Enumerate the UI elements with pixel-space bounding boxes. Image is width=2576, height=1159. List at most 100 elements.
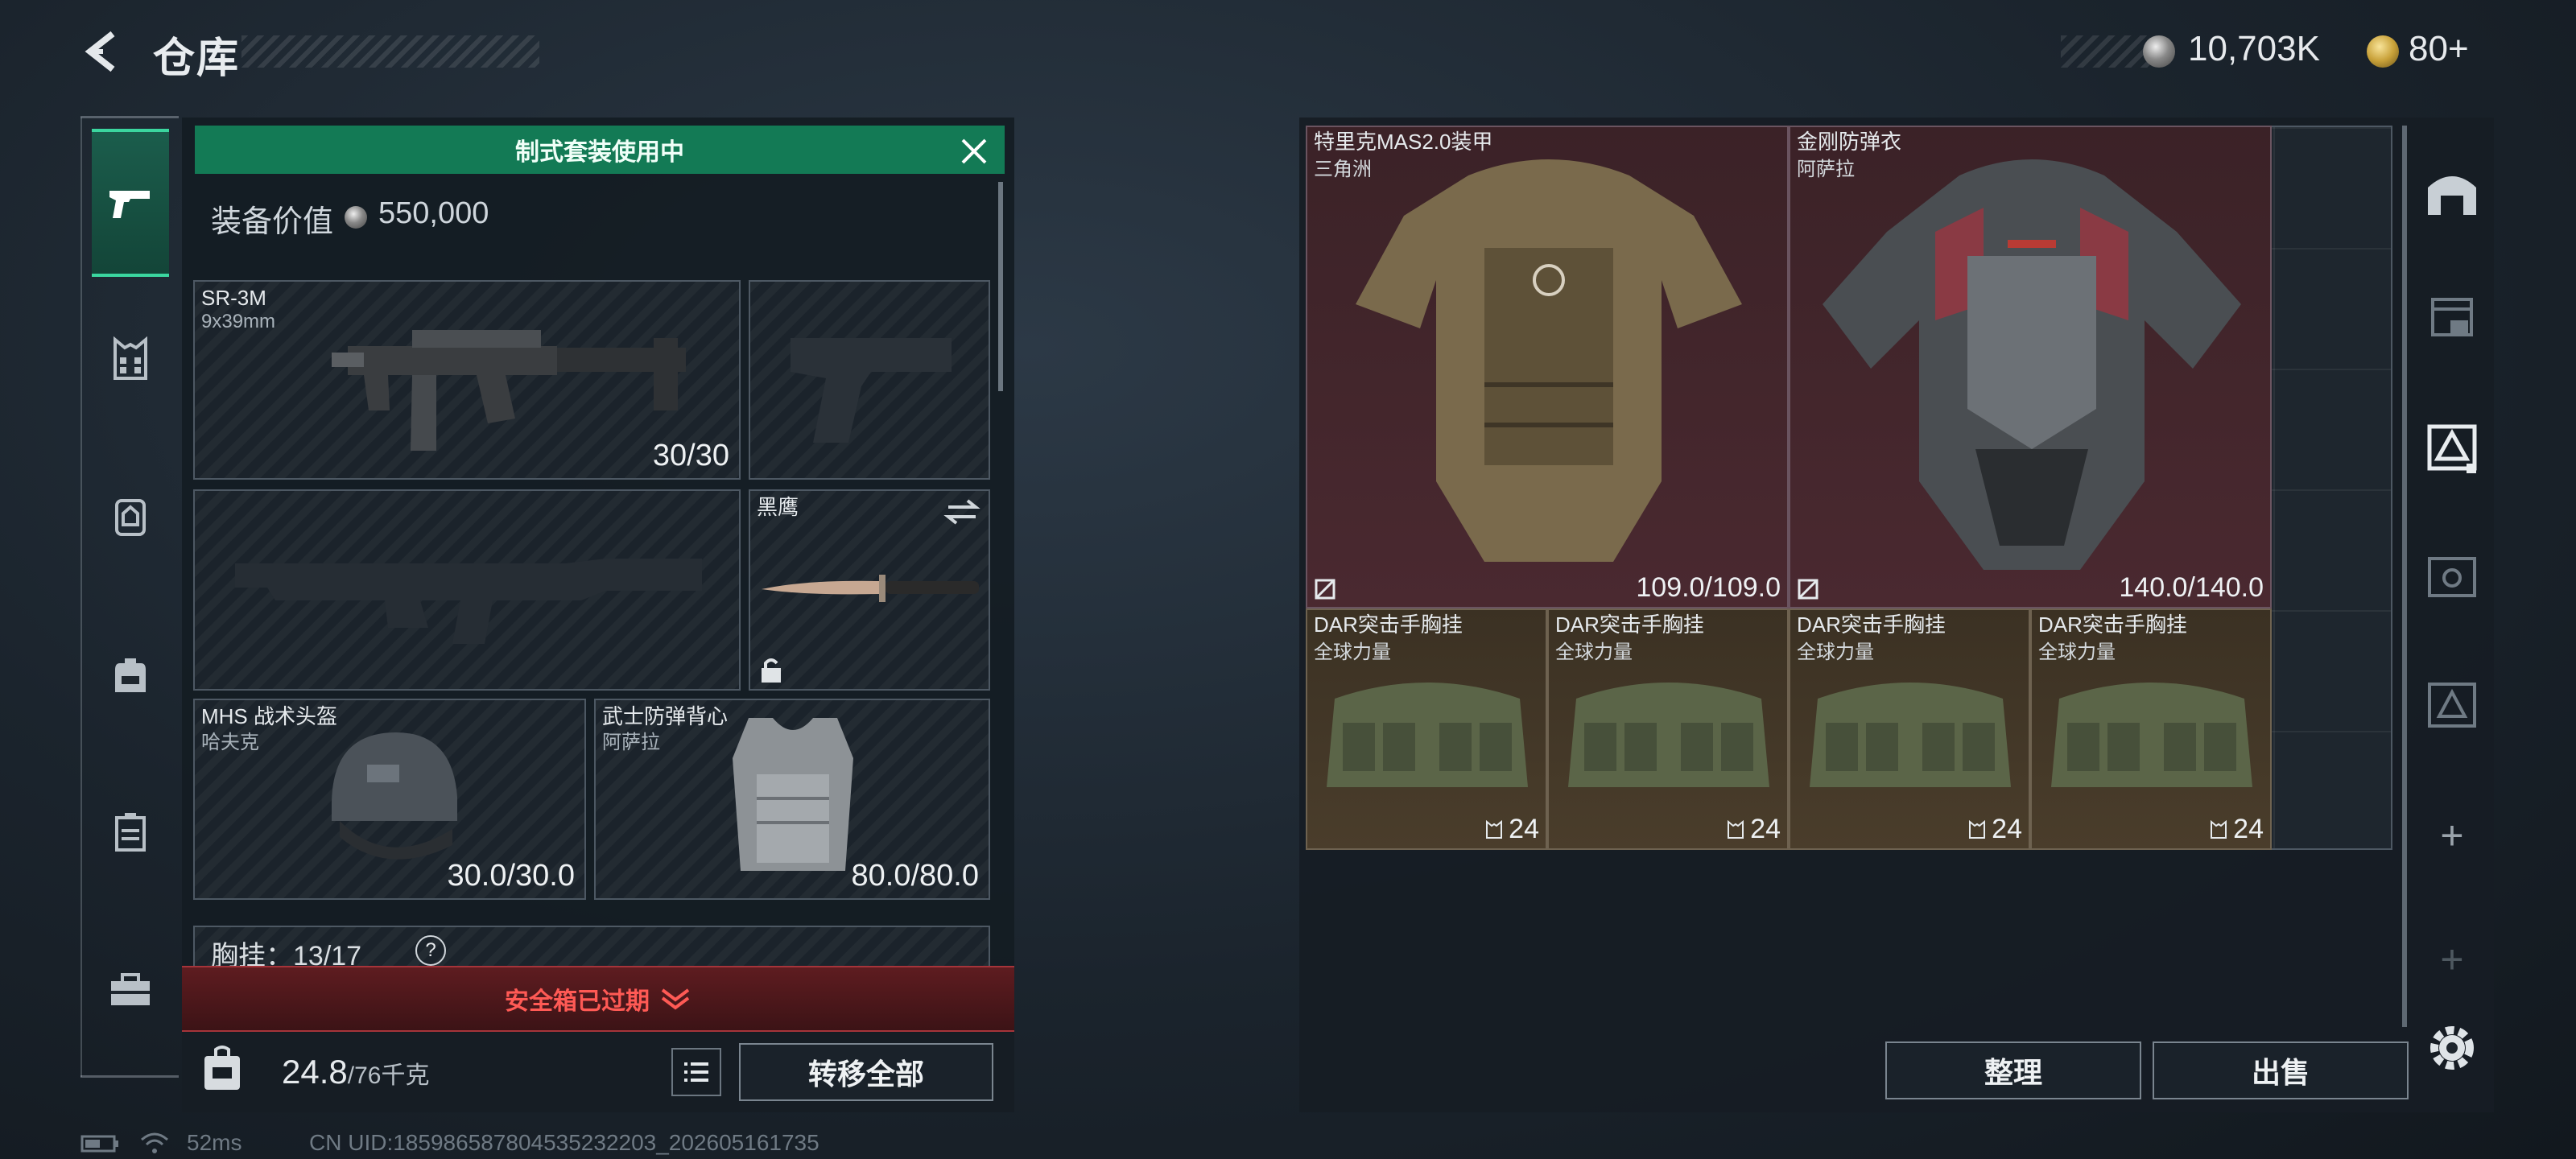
equipment-value-label: 装备价值	[211, 205, 334, 239]
helmet-slot[interactable]: MHS 战术头盔 哈夫克 30.0/30.0	[193, 699, 586, 900]
list-icon	[684, 1062, 708, 1082]
category-toolbox-tab[interactable]	[92, 918, 169, 1062]
item-capacity-value: 24	[2233, 814, 2264, 844]
storage-item[interactable]: DAR突击手胸挂 全球力量 24	[2030, 608, 2272, 850]
network-ping: 52ms	[187, 1130, 242, 1155]
item-capacity: 24	[1967, 814, 2022, 845]
knife-icon	[762, 575, 979, 602]
chest-rig-icon	[2211, 820, 2227, 839]
melee-slot[interactable]: 黑鹰	[749, 489, 990, 691]
rifle-icon	[332, 330, 686, 451]
secondary-weapon-slot[interactable]	[193, 489, 741, 691]
title-decoration	[242, 35, 539, 68]
storage-item[interactable]: DAR突击手胸挂 全球力量 24	[1547, 608, 1789, 850]
storage-tab-2[interactable]	[2418, 283, 2486, 351]
user-uid: CN UID:18598658780453523​2203_2026051617…	[309, 1130, 819, 1155]
helmet-brand: 哈夫克	[201, 732, 259, 753]
battery-icon	[80, 1135, 118, 1153]
gear-icon[interactable]	[2423, 1019, 2481, 1077]
item-capacity-value: 24	[1750, 814, 1781, 844]
armor-brand: 阿萨拉	[602, 732, 660, 753]
ammo-count: 30/30	[652, 439, 729, 472]
item-name: DAR突击手胸挂	[1314, 612, 1463, 637]
list-view-button[interactable]	[671, 1048, 721, 1096]
pistol-silhouette-icon	[791, 338, 952, 443]
backpack-icon	[115, 658, 146, 692]
help-icon[interactable]: ?	[415, 935, 446, 966]
add-storage-tab-button[interactable]: +	[2418, 802, 2486, 869]
back-arrow-icon[interactable]	[79, 27, 127, 76]
heavy-armor-icon	[1823, 159, 2241, 570]
preset-loadout-banner: 制式套装使用中	[195, 126, 1005, 174]
armor-name: 武士防弹背心	[602, 704, 729, 728]
item-capacity: 24	[1726, 814, 1781, 845]
item-brand: 全球力量	[1555, 641, 1633, 663]
gold-coin-icon	[2367, 35, 2399, 68]
chest-rig-icon	[1969, 820, 1986, 839]
currency-decoration	[2061, 35, 2149, 68]
storage-tab-home[interactable]	[2418, 158, 2486, 225]
storage-item[interactable]: 金刚防弹衣 阿萨拉 140.0/140.0	[1789, 126, 2272, 608]
chevron-down-icon	[661, 988, 690, 1010]
warehouse-icon	[2428, 176, 2476, 215]
melee-name: 黑鹰	[757, 495, 799, 519]
chest-rig-icon	[114, 336, 147, 380]
storage-tab-4[interactable]	[2418, 542, 2486, 610]
rifle-silhouette-icon	[235, 559, 702, 644]
storage-scrollbar[interactable]	[2402, 126, 2407, 1027]
item-durability: 140.0/140.0	[2119, 572, 2264, 603]
gold-currency-amount[interactable]: 80+	[2409, 29, 2469, 69]
item-name: DAR突击手胸挂	[2038, 612, 2187, 637]
category-backpack-tab[interactable]	[92, 602, 169, 747]
chest-rig-item-icon	[1810, 683, 2011, 787]
sell-button[interactable]: 出售	[2153, 1041, 2409, 1099]
item-brand: 全球力量	[1797, 641, 1874, 663]
armor-durability: 80.0/80.0	[851, 859, 979, 893]
chest-rig-item-icon	[1327, 683, 1528, 787]
storage-tier-iv-icon	[2428, 557, 2476, 597]
helmet-icon	[332, 732, 457, 860]
carry-weight-value: 24.8	[282, 1053, 348, 1091]
primary-weapon-slot[interactable]: SR-3M 9x39mm 30/30	[193, 280, 741, 480]
swap-icon[interactable]	[943, 497, 980, 526]
storage-tab-3-active[interactable]	[2418, 414, 2486, 481]
no-repair-icon	[1798, 579, 1818, 600]
category-weapons-tab[interactable]	[92, 129, 169, 277]
pistol-icon	[109, 191, 150, 218]
silver-currency-amount[interactable]: 10,703K	[2188, 29, 2320, 69]
sort-button[interactable]: 整理	[1885, 1041, 2141, 1099]
tactical-armor-icon	[1356, 159, 1742, 562]
body-armor-slot[interactable]: 武士防弹背心 阿萨拉 80.0/80.0	[594, 699, 990, 900]
storage-item[interactable]: 特里克MAS2.0装甲 三角洲 109.0/109.0	[1306, 126, 1789, 608]
no-repair-icon	[1315, 579, 1335, 600]
category-armor-tab[interactable]	[92, 444, 169, 589]
equipment-value: 550,000	[378, 196, 489, 230]
safe-box-expired-bar[interactable]: 安全箱已过期	[182, 966, 1014, 1032]
chest-rig-icon	[1728, 820, 1744, 839]
sidebar-divider	[80, 1075, 179, 1078]
storage-crate-icon	[2431, 298, 2473, 336]
storage-item[interactable]: DAR突击手胸挂 全球力量 24	[1789, 608, 2030, 850]
lock-icon	[762, 658, 781, 683]
container-icon	[115, 813, 146, 852]
category-sidebar	[80, 118, 180, 1077]
storage-tab-5[interactable]	[2418, 671, 2486, 739]
item-capacity: 24	[2209, 814, 2264, 845]
storage-item[interactable]: DAR突击手胸挂 全球力量 24	[1306, 608, 1547, 850]
category-chest-rig-tab[interactable]	[92, 287, 169, 431]
category-container-tab[interactable]	[92, 760, 169, 905]
silver-coin-icon	[345, 206, 367, 229]
transfer-all-button[interactable]: 转移全部	[739, 1043, 993, 1101]
pistol-slot[interactable]	[749, 280, 990, 480]
vest-icon	[733, 718, 853, 871]
storage-expansion-icon	[2427, 424, 2477, 473]
close-icon[interactable]	[955, 132, 993, 171]
chest-rig-item-icon	[2051, 683, 2252, 787]
armor-icon	[115, 499, 146, 536]
safe-box-status: 安全箱已过期	[505, 988, 650, 1015]
helmet-durability: 30.0/30.0	[447, 859, 575, 893]
item-name: DAR突击手胸挂	[1555, 612, 1704, 637]
chest-rig-item-icon	[1568, 683, 1769, 787]
loadout-scrollbar[interactable]	[998, 182, 1003, 391]
chest-rig-icon	[1486, 820, 1503, 839]
